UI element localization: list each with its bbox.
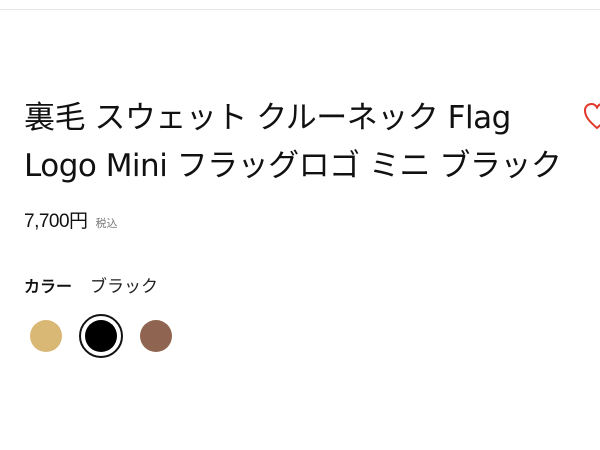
tax-included-label: 税込 bbox=[95, 217, 118, 230]
price: 7,700円 bbox=[24, 211, 88, 232]
header-divider bbox=[0, 9, 600, 10]
color-chip bbox=[30, 320, 62, 352]
heart-icon bbox=[583, 102, 600, 130]
favorite-button[interactable] bbox=[582, 100, 600, 132]
product-page: 裏毛 スウェット クルーネック Flag Logo Mini フラッグロゴ ミニ… bbox=[0, 0, 600, 450]
color-chip bbox=[85, 320, 117, 352]
color-swatches bbox=[28, 314, 188, 360]
color-swatch-brown[interactable] bbox=[134, 314, 178, 358]
product-title: 裏毛 スウェット クルーネック Flag Logo Mini フラッグロゴ ミニ… bbox=[24, 94, 564, 190]
selected-color-value: ブラック bbox=[90, 277, 159, 297]
product-title-line-1: 裏毛 スウェット クルーネック Flag bbox=[24, 100, 511, 136]
color-chip bbox=[140, 320, 172, 352]
product-title-line-2: Logo Mini フラッグロゴ ミニ ブラック bbox=[24, 148, 562, 184]
color-label: カラー bbox=[24, 276, 73, 296]
price-row: 7,700円 税込 bbox=[24, 206, 118, 233]
color-selection-row: カラー ブラック bbox=[24, 272, 159, 298]
color-swatch-black[interactable] bbox=[79, 314, 123, 358]
color-swatch-beige[interactable] bbox=[24, 314, 68, 358]
